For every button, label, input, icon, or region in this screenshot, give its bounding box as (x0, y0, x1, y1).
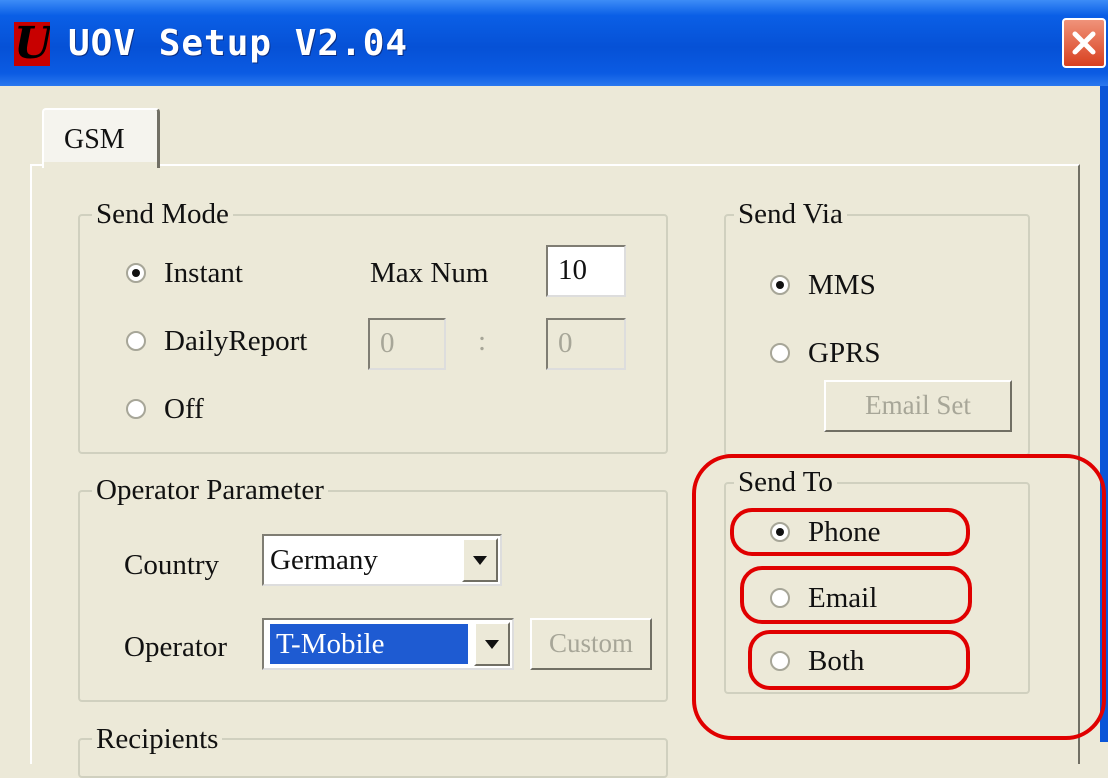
phone-radio[interactable] (770, 522, 790, 542)
chevron-down-icon (485, 639, 499, 649)
uov-app-icon: U (14, 22, 50, 66)
window-title: UOV Setup V2.04 (68, 23, 409, 64)
country-dropdown-button[interactable] (462, 538, 498, 582)
tab-gsm-label: GSM (64, 124, 125, 155)
off-label: Off (164, 393, 204, 425)
window-border (1100, 86, 1108, 742)
country-select[interactable]: Germany (262, 534, 502, 586)
close-icon (1072, 31, 1096, 55)
daily-report-radio[interactable] (126, 331, 146, 351)
max-num-label: Max Num (370, 257, 489, 289)
both-radio[interactable] (770, 651, 790, 671)
gprs-label: GPRS (808, 337, 881, 369)
gprs-radio[interactable] (770, 343, 790, 363)
send-via-legend: Send Via (734, 197, 847, 231)
title-bar: U UOV Setup V2.04 (0, 0, 1108, 86)
country-label: Country (124, 549, 220, 581)
daily-report-label: DailyReport (164, 325, 308, 357)
both-label: Both (808, 645, 865, 677)
custom-button[interactable]: Custom (530, 618, 652, 670)
send-mode-legend: Send Mode (92, 197, 233, 231)
operator-parameter-group (78, 490, 668, 702)
tab-gsm[interactable]: GSM (42, 108, 160, 168)
phone-label: Phone (808, 516, 881, 548)
operator-label: Operator (124, 631, 228, 663)
tab-join (44, 162, 157, 168)
operator-parameter-legend: Operator Parameter (92, 473, 328, 507)
off-radio[interactable] (126, 399, 146, 419)
recipients-legend: Recipients (92, 722, 223, 756)
email-label: Email (808, 582, 878, 614)
operator-select[interactable]: T-Mobile (262, 618, 514, 670)
daily-hour-input[interactable]: 0 (368, 318, 446, 370)
mms-radio[interactable] (770, 275, 790, 295)
operator-dropdown-button[interactable] (474, 622, 510, 666)
chevron-down-icon (473, 555, 487, 565)
daily-separator: : (478, 325, 487, 357)
send-to-legend: Send To (734, 465, 837, 499)
email-radio[interactable] (770, 588, 790, 608)
email-set-button[interactable]: Email Set (824, 380, 1012, 432)
close-button[interactable] (1062, 18, 1106, 68)
instant-label: Instant (164, 257, 243, 289)
mms-label: MMS (808, 269, 876, 301)
max-num-input[interactable]: 10 (546, 245, 626, 297)
instant-radio[interactable] (126, 263, 146, 283)
daily-minute-input[interactable]: 0 (546, 318, 626, 370)
country-value: Germany (270, 544, 378, 576)
operator-value: T-Mobile (270, 624, 468, 664)
